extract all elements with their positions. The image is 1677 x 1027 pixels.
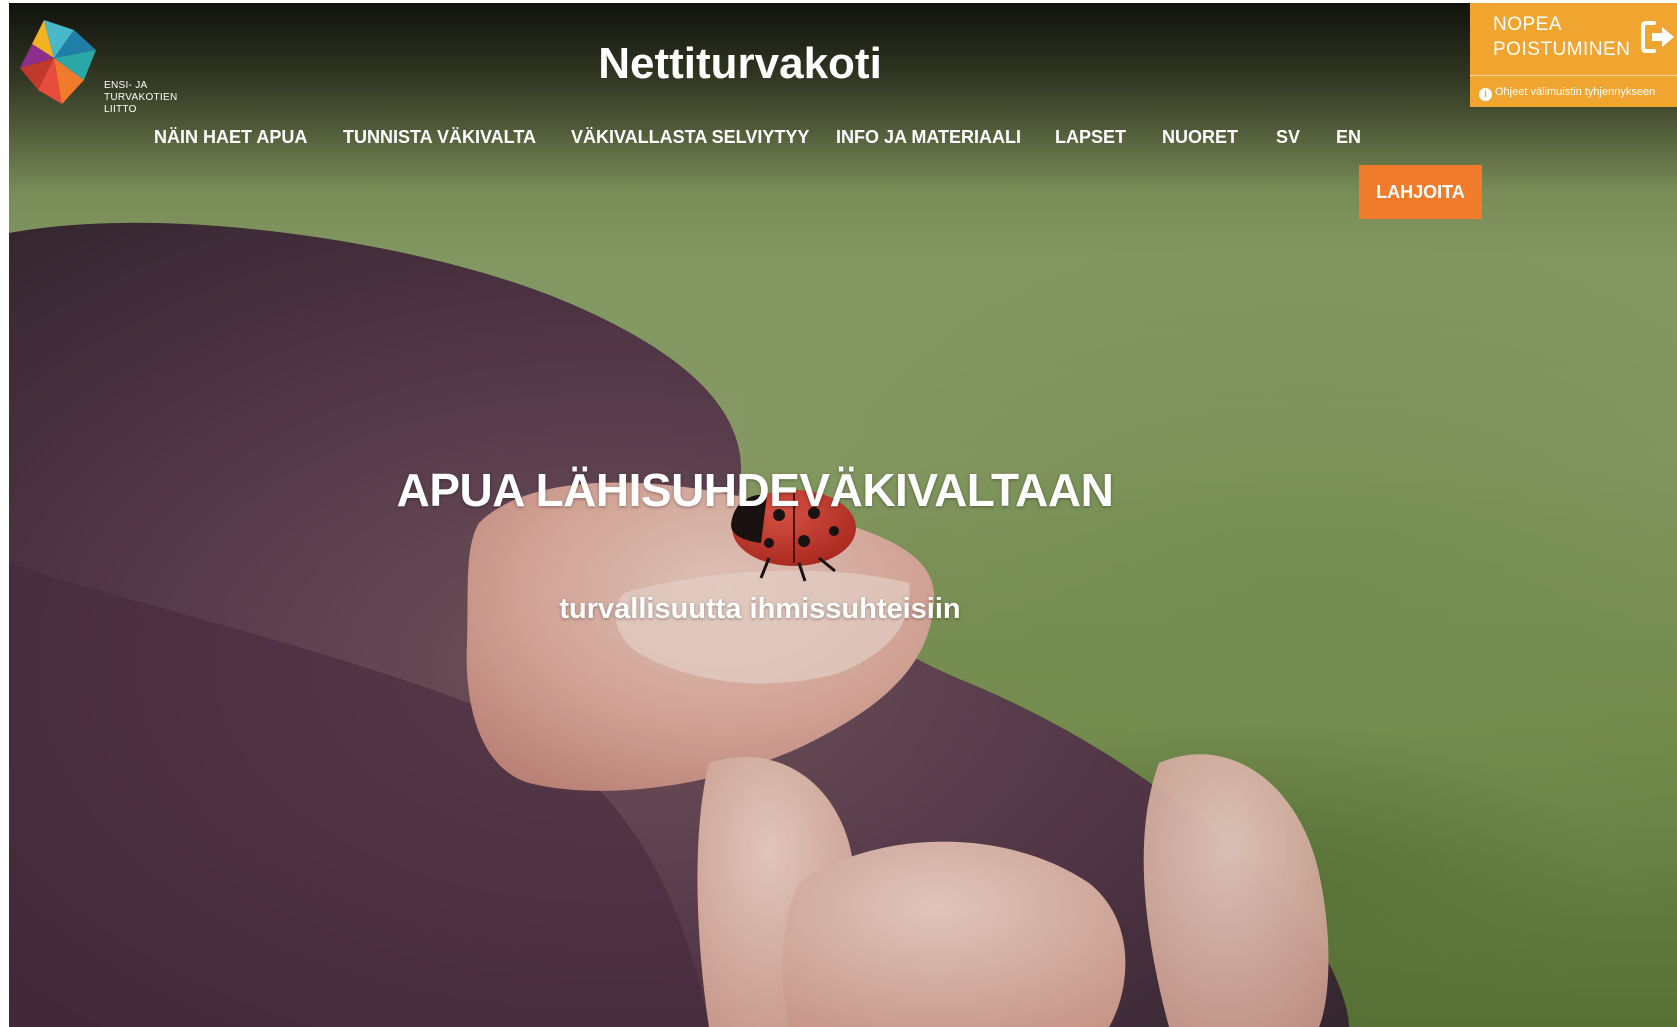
cache-clear-help-link[interactable]: i Ohjeet välimuistin tyhjennykseen bbox=[1479, 84, 1677, 101]
cache-clear-help-text: Ohjeet välimuistin tyhjennykseen bbox=[1495, 86, 1656, 98]
quick-exit-label: NOPEA POISTUMINEN bbox=[1493, 14, 1631, 60]
nav-item-en[interactable]: EN bbox=[1336, 124, 1361, 150]
quick-exit-panel: NOPEA POISTUMINEN i Ohjeet välimuistin ty… bbox=[1470, 3, 1677, 107]
nav-item-vakivallasta-selviytyy[interactable]: VÄKIVALLASTA SELVIYTYY bbox=[571, 124, 809, 150]
donate-button[interactable]: LAHJOITA bbox=[1359, 165, 1482, 219]
site-logo[interactable]: ENSI- JA TURVAKOTIEN LIITTO bbox=[14, 16, 177, 115]
nav-item-info-ja-materiaali[interactable]: INFO JA MATERIAALI bbox=[836, 124, 1021, 150]
exit-icon bbox=[1641, 21, 1674, 53]
nav-item-nuoret[interactable]: NUORET bbox=[1162, 124, 1238, 150]
nav-item-tunnista-vakivalta[interactable]: TUNNISTA VÄKIVALTA bbox=[343, 124, 536, 150]
pinwheel-logo-icon bbox=[20, 20, 96, 104]
quick-exit-button[interactable]: NOPEA POISTUMINEN bbox=[1470, 3, 1677, 73]
nav-item-nain-haet-apua[interactable]: NÄIN HAET APUA bbox=[154, 124, 307, 150]
info-icon: i bbox=[1479, 88, 1492, 101]
logo-text: ENSI- JA TURVAKOTIEN LIITTO bbox=[104, 80, 178, 115]
site-title[interactable]: Nettiturvakoti bbox=[560, 38, 920, 90]
nav-item-lapset[interactable]: LAPSET bbox=[1055, 124, 1126, 150]
hero-heading: APUA LÄHISUHDEVÄKIVALTAAN bbox=[396, 464, 1114, 516]
nav-item-sv[interactable]: SV bbox=[1276, 124, 1300, 150]
page: ENSI- JA TURVAKOTIEN LIITTO Nettiturvako… bbox=[0, 0, 1677, 1027]
hero-subheading: turvallisuutta ihmissuhteisiin bbox=[559, 593, 961, 625]
quick-exit-divider bbox=[1470, 75, 1677, 76]
